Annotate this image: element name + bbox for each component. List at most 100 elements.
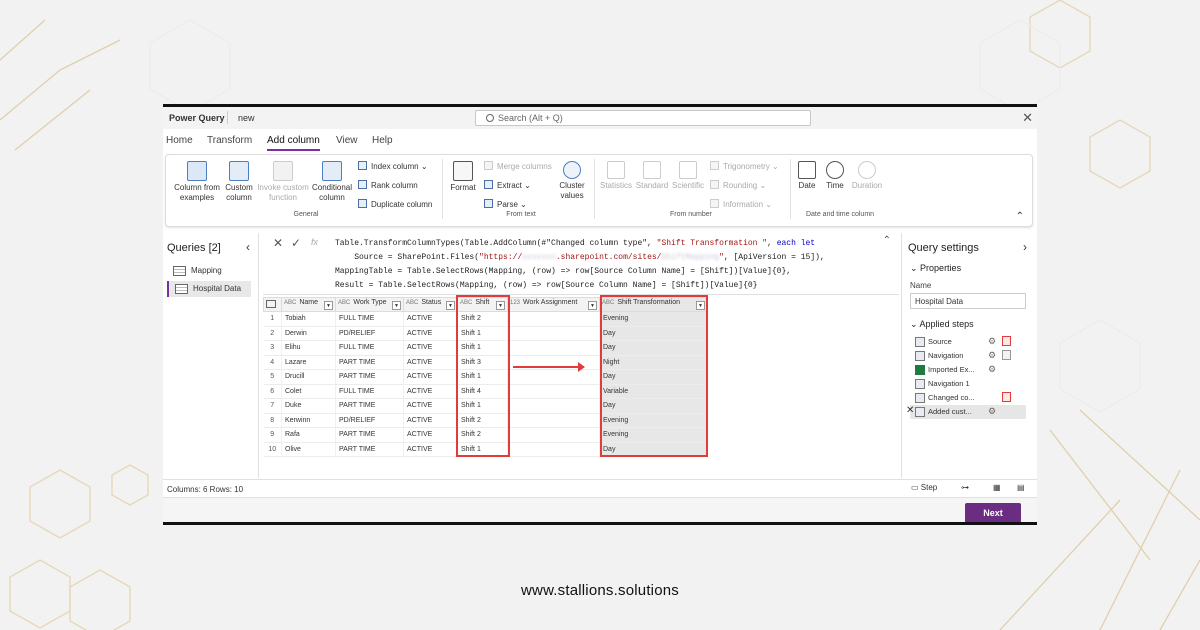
table-cell[interactable]: Lazare — [281, 355, 336, 370]
step-view-button[interactable]: ▭ Step — [911, 483, 937, 492]
step-source[interactable]: Source ⚙ — [910, 335, 1026, 349]
gear-icon[interactable]: ⚙ — [988, 406, 996, 417]
cancel-formula-icon[interactable]: ✕ — [273, 236, 283, 250]
merge-columns-button[interactable]: Merge columns — [484, 161, 552, 171]
step-info-icon[interactable] — [1002, 392, 1011, 402]
table-cell[interactable] — [507, 442, 600, 457]
table-cell[interactable]: Drucill — [281, 369, 336, 385]
table-cell[interactable]: ACTIVE — [403, 369, 458, 385]
table-cell[interactable]: Duke — [281, 398, 336, 414]
table-cell[interactable] — [507, 311, 600, 327]
table-cell[interactable]: ACTIVE — [403, 311, 458, 327]
step-navigation-1[interactable]: Navigation 1 — [910, 377, 1026, 391]
expand-formula-icon[interactable]: ⌃ — [883, 235, 891, 246]
table-cell[interactable]: Elihu — [281, 340, 336, 356]
statistics-button[interactable]: Statistics — [598, 161, 634, 191]
tab-help[interactable]: Help — [372, 135, 393, 146]
table-cell[interactable]: ACTIVE — [403, 442, 458, 457]
format-button[interactable]: Format — [448, 161, 478, 193]
filter-dropdown-icon[interactable]: ▼ — [324, 301, 333, 310]
table-cell[interactable]: PART TIME — [335, 369, 404, 385]
custom-column-button[interactable]: Custom column — [224, 161, 254, 203]
trigonometry-button[interactable]: Trigonometry ⌄ — [710, 161, 779, 171]
duplicate-column-button[interactable]: Duplicate column — [358, 199, 432, 209]
table-cell[interactable]: FULL TIME — [335, 384, 404, 399]
collapse-ribbon-icon[interactable]: ⌃ — [1016, 211, 1024, 222]
conditional-column-button[interactable]: Conditional column — [310, 161, 354, 203]
table-cell[interactable] — [507, 384, 600, 399]
table-cell[interactable] — [507, 340, 600, 356]
table-cell[interactable] — [507, 326, 600, 341]
date-button[interactable]: Date — [794, 161, 820, 191]
properties-section[interactable]: ⌄ Properties — [910, 263, 961, 274]
schema-view-icon[interactable]: ▤ — [1017, 483, 1025, 492]
tab-view[interactable]: View — [336, 135, 358, 146]
filter-dropdown-icon[interactable]: ▼ — [588, 301, 597, 310]
filter-dropdown-icon[interactable]: ▼ — [446, 301, 455, 310]
table-cell[interactable]: ACTIVE — [403, 384, 458, 399]
step-imported-excel[interactable]: Imported Ex... ⚙ — [910, 363, 1026, 377]
query-name-field[interactable]: Hospital Data — [910, 293, 1026, 309]
column-header-work-assignment[interactable]: 123 Work Assignment ▼ — [507, 297, 600, 312]
table-cell[interactable]: Rafa — [281, 427, 336, 443]
table-cell[interactable] — [507, 369, 600, 385]
table-cell[interactable]: Tobiah — [281, 311, 336, 327]
filter-dropdown-icon[interactable]: ▼ — [392, 301, 401, 310]
table-cell[interactable]: Derwin — [281, 326, 336, 341]
information-button[interactable]: Information ⌄ — [710, 199, 772, 209]
step-info-icon[interactable] — [1002, 336, 1011, 346]
table-cell[interactable] — [507, 413, 600, 428]
diagram-view-icon[interactable]: ⊶ — [961, 483, 969, 492]
table-cell[interactable] — [507, 427, 600, 443]
close-icon[interactable]: ✕ — [1022, 110, 1033, 126]
table-view-icon[interactable]: ▦ — [993, 483, 1001, 492]
table-cell[interactable] — [507, 398, 600, 414]
step-navigation[interactable]: Navigation ⚙ — [910, 349, 1026, 363]
table-cell[interactable]: FULL TIME — [335, 340, 404, 356]
column-header-status[interactable]: ABC Status ▼ — [403, 297, 458, 312]
time-button[interactable]: Time — [822, 161, 848, 191]
collapse-queries-icon[interactable]: ‹ — [246, 240, 250, 254]
table-cell[interactable]: PART TIME — [335, 355, 404, 370]
confirm-formula-icon[interactable]: ✓ — [291, 236, 301, 250]
step-added-custom[interactable]: ✕ Added cust... ⚙ — [906, 405, 1026, 419]
extract-button[interactable]: Extract ⌄ — [484, 180, 531, 190]
applied-steps-section[interactable]: ⌄ Applied steps — [910, 319, 974, 330]
table-cell[interactable]: PART TIME — [335, 427, 404, 443]
column-header-name[interactable]: ABC Name ▼ — [281, 297, 336, 312]
tab-home[interactable]: Home — [166, 135, 193, 146]
parse-button[interactable]: Parse ⌄ — [484, 199, 527, 209]
table-cell[interactable]: PART TIME — [335, 442, 404, 457]
rounding-button[interactable]: Rounding ⌄ — [710, 180, 766, 190]
column-header-work-type[interactable]: ABC Work Type ▼ — [335, 297, 404, 312]
table-cell[interactable]: PD/RELIEF — [335, 413, 404, 428]
table-cell[interactable]: Olive — [281, 442, 336, 457]
table-cell[interactable]: FULL TIME — [335, 311, 404, 327]
delete-step-icon[interactable]: ✕ — [906, 405, 914, 416]
table-cell[interactable]: ACTIVE — [403, 340, 458, 356]
search-box[interactable]: Search (Alt + Q) — [475, 110, 811, 126]
table-cell[interactable]: PD/RELIEF — [335, 326, 404, 341]
table-cell[interactable]: Colet — [281, 384, 336, 399]
gear-icon[interactable]: ⚙ — [988, 364, 996, 375]
query-item-mapping[interactable]: Mapping — [167, 263, 251, 279]
table-cell[interactable]: PART TIME — [335, 398, 404, 414]
gear-icon[interactable]: ⚙ — [988, 350, 996, 361]
column-from-examples-button[interactable]: Column from examples — [172, 161, 222, 203]
chevron-right-icon[interactable]: › — [1023, 240, 1027, 254]
select-all-cell[interactable] — [263, 297, 282, 312]
standard-button[interactable]: Standard — [634, 161, 670, 191]
formula-bar[interactable]: ✕ ✓ fx Table.TransformColumnTypes(Table.… — [263, 233, 899, 295]
cluster-values-button[interactable]: Cluster values — [554, 161, 590, 201]
next-button[interactable]: Next — [965, 503, 1021, 522]
table-cell[interactable]: Kerwinn — [281, 413, 336, 428]
tab-transform[interactable]: Transform — [207, 135, 252, 146]
table-cell[interactable]: ACTIVE — [403, 355, 458, 370]
step-changed-column-type[interactable]: Changed co... — [910, 391, 1026, 405]
invoke-custom-function-button[interactable]: Invoke custom function — [256, 161, 310, 203]
gear-icon[interactable]: ⚙ — [988, 336, 996, 347]
rank-column-button[interactable]: Rank column — [358, 180, 418, 190]
query-item-hospital-data[interactable]: Hospital Data — [167, 281, 251, 297]
table-cell[interactable]: ACTIVE — [403, 326, 458, 341]
table-cell[interactable]: ACTIVE — [403, 427, 458, 443]
